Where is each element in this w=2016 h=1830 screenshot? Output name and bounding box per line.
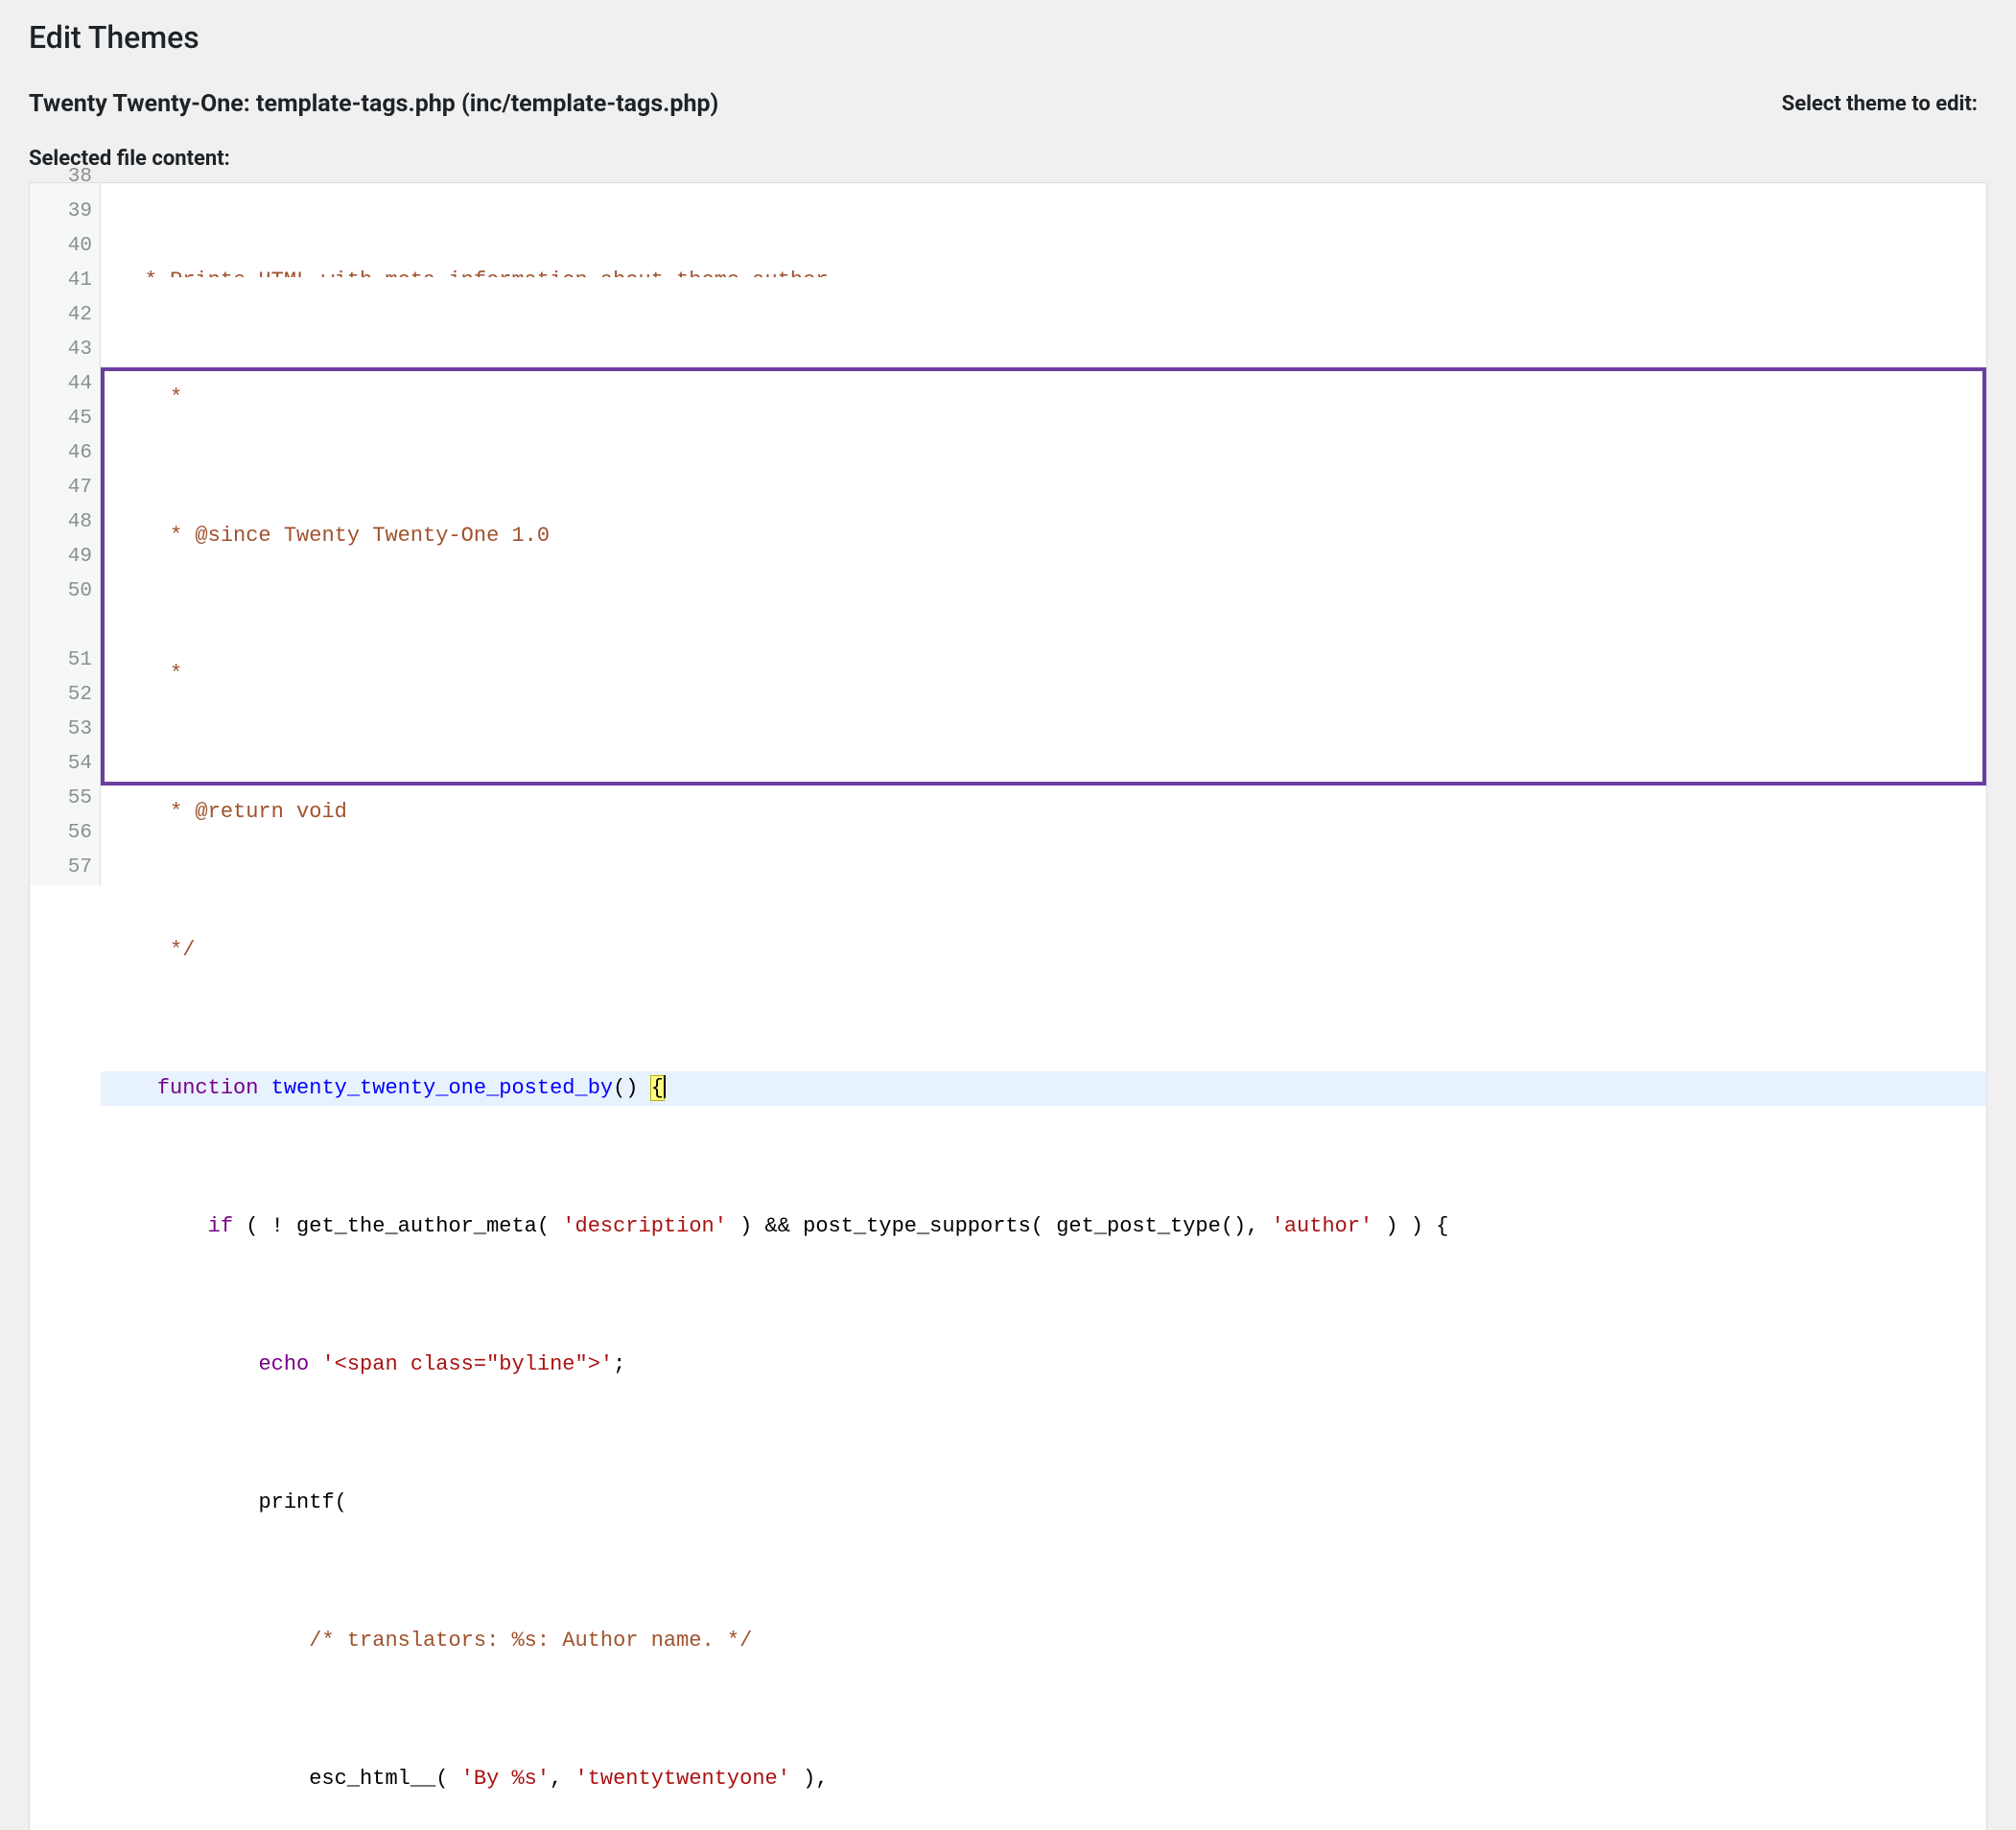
code-line[interactable]: /* translators: %s: Author name. */ bbox=[101, 1624, 1986, 1658]
code-line-partial: * Prints HTML with meta information abou… bbox=[101, 264, 1986, 277]
text-cursor bbox=[664, 1075, 666, 1098]
line-number: 57 bbox=[30, 851, 92, 885]
line-number: 54 bbox=[30, 747, 92, 782]
code-line[interactable]: * @return void bbox=[101, 795, 1986, 830]
code-line[interactable]: printf( bbox=[101, 1486, 1986, 1520]
line-number: 43 bbox=[30, 333, 92, 367]
code-editor[interactable]: 38 39 40 41 42 43 44 45 46 47 48 49 50 5… bbox=[29, 182, 1987, 1830]
code-line[interactable]: echo '<span class="byline">'; bbox=[101, 1348, 1986, 1382]
line-number: 45 bbox=[30, 402, 92, 436]
file-header-bar: Twenty Twenty-One: template-tags.php (in… bbox=[29, 90, 1987, 118]
line-number: 47 bbox=[30, 471, 92, 505]
code-line[interactable]: if ( ! get_the_author_meta( 'description… bbox=[101, 1209, 1986, 1244]
function-highlight-box bbox=[101, 367, 1986, 786]
line-number: 48 bbox=[30, 505, 92, 540]
line-number: 49 bbox=[30, 540, 92, 575]
selected-file-content-label: Selected file content: bbox=[29, 147, 1987, 171]
line-number: 41 bbox=[30, 264, 92, 298]
code-line[interactable]: * @since Twenty Twenty-One 1.0 bbox=[101, 519, 1986, 553]
code-content[interactable]: * Prints HTML with meta information abou… bbox=[101, 183, 1986, 1830]
line-number: 39 bbox=[30, 195, 92, 229]
line-number: 50 bbox=[30, 575, 92, 609]
line-number: 44 bbox=[30, 367, 92, 402]
line-number: 55 bbox=[30, 782, 92, 816]
code-line[interactable]: esc_html__( 'By %s', 'twentytwentyone' )… bbox=[101, 1762, 1986, 1796]
line-number: 42 bbox=[30, 298, 92, 333]
code-line[interactable]: * bbox=[101, 657, 1986, 692]
code-line[interactable]: * bbox=[101, 381, 1986, 415]
current-file-heading: Twenty Twenty-One: template-tags.php (in… bbox=[29, 90, 718, 118]
line-number bbox=[30, 609, 92, 644]
select-theme-label: Select theme to edit: bbox=[1782, 92, 1987, 116]
line-number-gutter: 38 39 40 41 42 43 44 45 46 47 48 49 50 5… bbox=[30, 183, 101, 885]
code-line[interactable]: */ bbox=[101, 933, 1986, 968]
line-number: 56 bbox=[30, 816, 92, 851]
line-number: 38 bbox=[30, 160, 92, 195]
line-number: 51 bbox=[30, 644, 92, 678]
code-line-active[interactable]: function twenty_twenty_one_posted_by() { bbox=[101, 1071, 1986, 1106]
line-number: 40 bbox=[30, 229, 92, 264]
line-number: 52 bbox=[30, 678, 92, 713]
theme-editor-page: Edit Themes Twenty Twenty-One: template-… bbox=[0, 0, 2016, 1830]
line-number: 53 bbox=[30, 713, 92, 747]
line-number: 46 bbox=[30, 436, 92, 471]
page-title: Edit Themes bbox=[29, 19, 1987, 56]
